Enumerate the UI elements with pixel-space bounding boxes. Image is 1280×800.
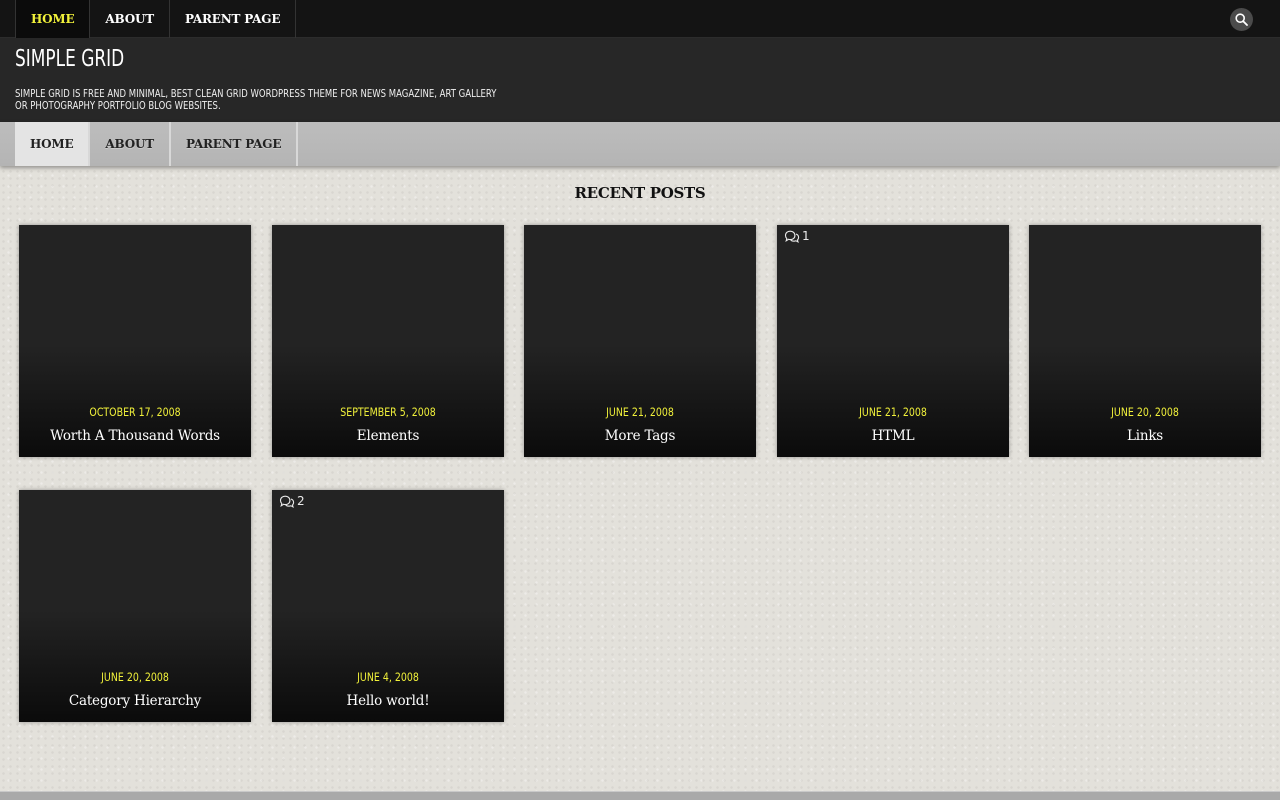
- post-card[interactable]: JUNE 21, 2008 More Tags: [524, 225, 756, 457]
- site-description: SIMPLE GRID IS FREE AND MINIMAL, BEST CL…: [15, 88, 501, 112]
- site-description-line-2: OR PHOTOGRAPHY PORTFOLIO BLOG WEBSITES.: [15, 100, 221, 112]
- post-date: JUNE 21, 2008: [606, 405, 674, 419]
- post-date: OCTOBER 17, 2008: [89, 405, 181, 419]
- post-title[interactable]: HTML: [777, 428, 1009, 444]
- comment-count-value: 2: [297, 494, 305, 508]
- top-nav-home[interactable]: HOME: [16, 0, 91, 38]
- post-card[interactable]: JUNE 20, 2008 Links: [1029, 225, 1261, 457]
- site-header: SIMPLE GRID SIMPLE GRID IS FREE AND MINI…: [0, 38, 1280, 122]
- post-date: JUNE 20, 2008: [1111, 405, 1179, 419]
- post-title[interactable]: Worth A Thousand Words: [19, 428, 251, 444]
- post-card[interactable]: 2 JUNE 4, 2008 Hello world!: [272, 490, 504, 722]
- post-card[interactable]: JUNE 20, 2008 Category Hierarchy: [19, 490, 251, 722]
- site-description-line-1: SIMPLE GRID IS FREE AND MINIMAL, BEST CL…: [15, 88, 497, 100]
- search-button[interactable]: [1230, 8, 1253, 31]
- nav-about[interactable]: ABOUT: [90, 122, 171, 166]
- top-navigation: HOME ABOUT PARENT PAGE: [15, 0, 297, 38]
- comment-count-value: 1: [802, 229, 810, 243]
- post-date: SEPTEMBER 5, 2008: [340, 405, 436, 419]
- comment-count[interactable]: 2: [279, 494, 305, 508]
- post-title[interactable]: Elements: [272, 428, 504, 444]
- post-card[interactable]: 1 JUNE 21, 2008 HTML: [777, 225, 1009, 457]
- search-icon: [1235, 13, 1248, 26]
- top-nav-parent-page[interactable]: PARENT PAGE: [170, 0, 297, 38]
- nav-parent-page[interactable]: PARENT PAGE: [171, 122, 299, 166]
- post-date: JUNE 4, 2008: [357, 670, 419, 684]
- post-title[interactable]: Hello world!: [272, 693, 504, 709]
- comment-count[interactable]: 1: [784, 229, 810, 243]
- section-title: RECENT POSTS: [574, 184, 706, 202]
- post-title[interactable]: Category Hierarchy: [19, 693, 251, 709]
- post-card[interactable]: OCTOBER 17, 2008 Worth A Thousand Words: [19, 225, 251, 457]
- site-title[interactable]: SIMPLE GRID: [15, 46, 124, 72]
- primary-navigation: HOME ABOUT PARENT PAGE: [0, 122, 1280, 166]
- nav-home[interactable]: HOME: [15, 122, 91, 166]
- post-date: JUNE 20, 2008: [101, 670, 169, 684]
- comment-bubbles-icon: [784, 230, 800, 243]
- footer-bar: [0, 791, 1280, 800]
- top-bar: HOME ABOUT PARENT PAGE: [0, 0, 1280, 38]
- post-title[interactable]: Links: [1029, 428, 1261, 444]
- post-title[interactable]: More Tags: [524, 428, 756, 444]
- post-date: JUNE 21, 2008: [859, 405, 927, 419]
- post-card[interactable]: SEPTEMBER 5, 2008 Elements: [272, 225, 504, 457]
- comment-bubbles-icon: [279, 495, 295, 508]
- top-nav-about[interactable]: ABOUT: [90, 0, 170, 38]
